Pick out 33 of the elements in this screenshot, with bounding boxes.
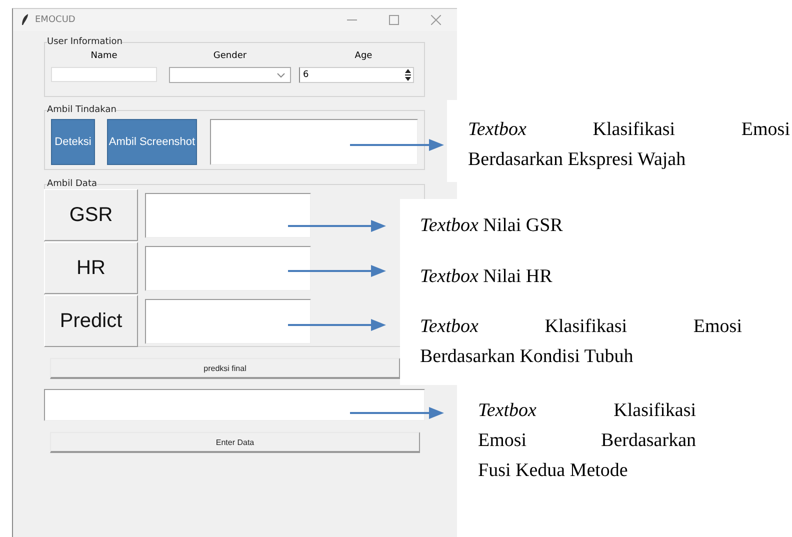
output-textbox[interactable] [145, 298, 311, 344]
spinbox[interactable]: 6 [299, 67, 414, 83]
output-textbox[interactable] [145, 246, 311, 290]
output-textbox[interactable] [210, 119, 418, 165]
dropdown[interactable] [169, 67, 291, 83]
chevron-down-icon [277, 72, 285, 78]
enter-data-button[interactable]: Enter Data [50, 432, 420, 453]
action-button[interactable]: Deteksi [51, 119, 95, 165]
group-title: User Information [47, 37, 122, 47]
annotation-text: Textbox Nilai HR [420, 265, 552, 289]
field-label: Age [354, 51, 374, 61]
group-title: Ambil Data [47, 179, 97, 189]
window-title: EMOCUD [35, 15, 76, 25]
data-button[interactable]: HR [44, 242, 138, 294]
action-button[interactable]: Ambil Screenshot [107, 119, 197, 165]
spinbox-value: 6 [303, 70, 309, 80]
annotation-text: Textbox Klasifikasi Emosi Berdasarkan Fusi Kedua Metode [478, 399, 696, 483]
input-field[interactable] [51, 67, 157, 82]
data-button[interactable]: Predict [44, 295, 138, 347]
output-textbox[interactable] [145, 192, 311, 238]
output-textbox[interactable] [44, 389, 425, 421]
group-title: Ambil Tindakan [47, 105, 116, 115]
feather-icon [21, 14, 29, 26]
field-label: Gender [212, 51, 248, 61]
annotation-text: Textbox Klasifikasi Emosi Berdasarkan Kondisi Tubuh [420, 315, 742, 369]
data-button[interactable]: GSR [44, 189, 138, 241]
spin-arrows-icon [405, 69, 411, 81]
annotation-text: Textbox Nilai GSR [420, 214, 563, 238]
annotation-text: Textbox Klasifikasi Emosi Berdasarkan Ekspresi Wajah [468, 118, 790, 172]
final-prediction-button[interactable]: predksi final [50, 358, 400, 379]
maximize-icon [389, 15, 399, 25]
close-icon [431, 15, 441, 25]
field-label: Name [90, 51, 118, 61]
